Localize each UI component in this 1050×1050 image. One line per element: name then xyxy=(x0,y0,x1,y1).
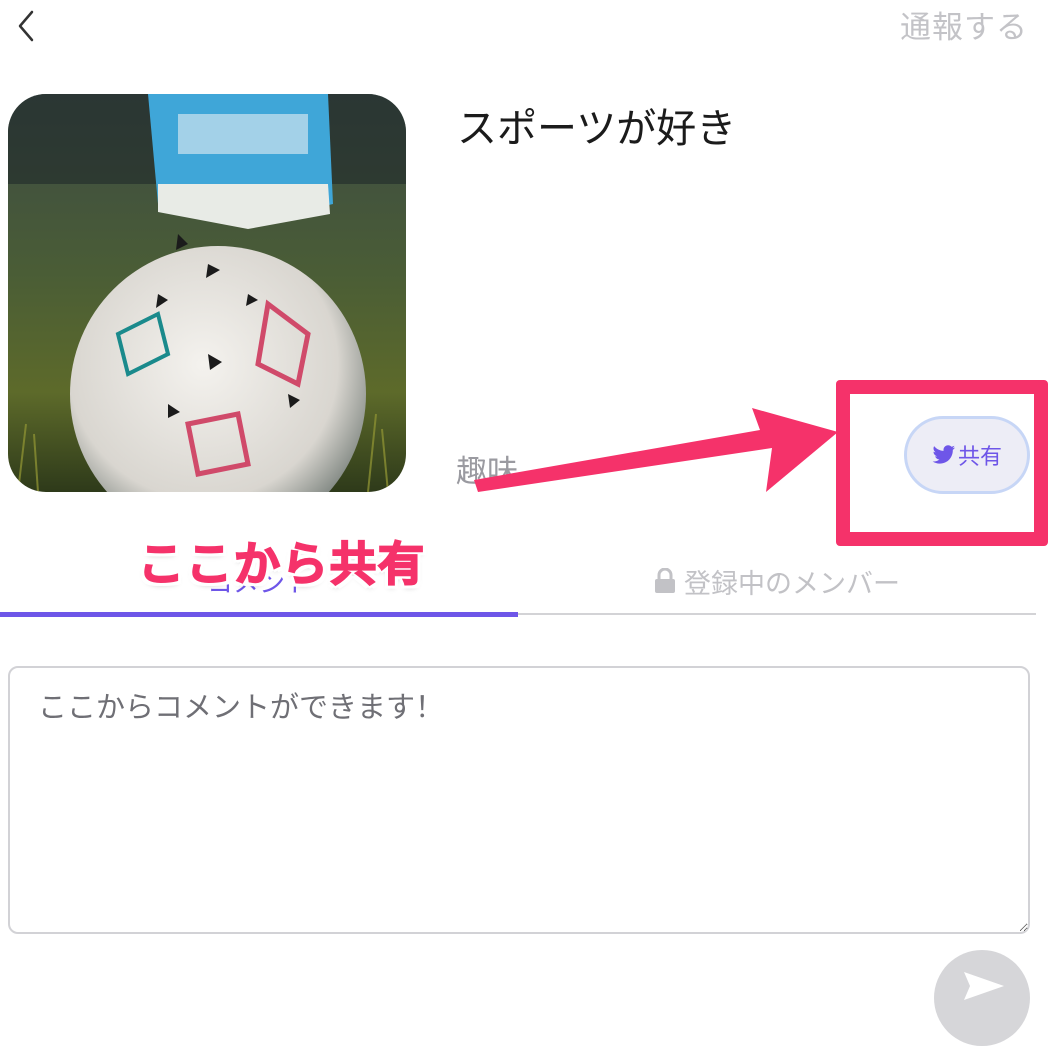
tab-members[interactable]: 登録中のメンバー xyxy=(518,548,1036,614)
category-label: 趣味 xyxy=(456,454,518,490)
tab-members-label: 登録中のメンバー xyxy=(684,568,900,600)
comment-input[interactable] xyxy=(8,666,1030,934)
send-icon xyxy=(964,972,1004,1000)
active-tab-indicator xyxy=(0,612,518,617)
annotation-highlight-box xyxy=(836,380,1048,546)
soccer-ball-photo xyxy=(8,94,406,492)
lock-icon xyxy=(655,568,675,593)
annotation-text: ここから共有 xyxy=(137,536,426,592)
chevron-left-icon xyxy=(18,10,34,42)
send-button[interactable] xyxy=(934,950,1030,1046)
community-title: スポーツが好き xyxy=(457,106,737,152)
report-link[interactable]: 通報する xyxy=(900,2,1028,47)
back-button[interactable] xyxy=(8,4,44,44)
community-image xyxy=(8,94,406,492)
